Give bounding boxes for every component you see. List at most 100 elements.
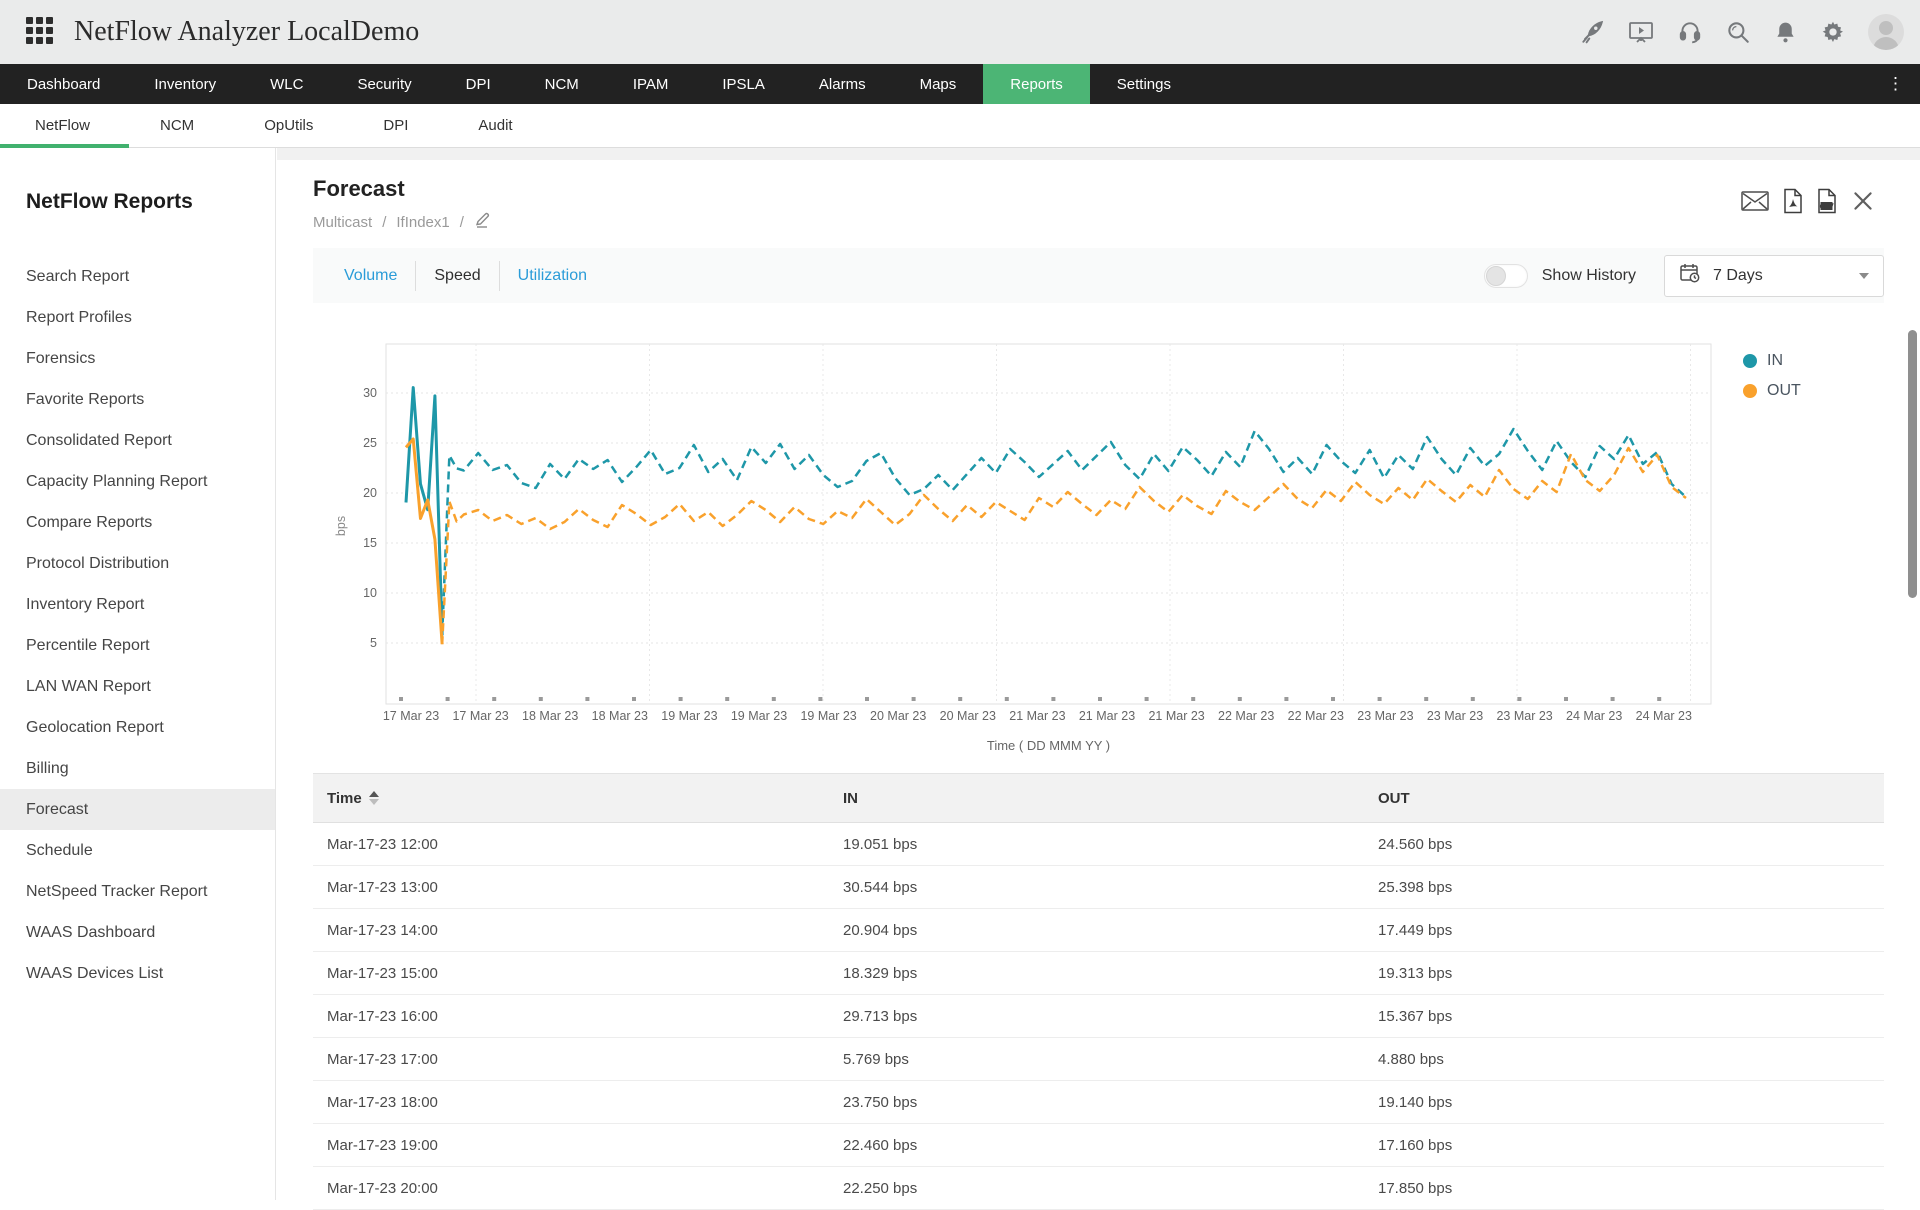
- forecast-chart-container: 5 10 15 20 25 30 17 Mar 23 17 Mar 23 18 Mar 23 18…: [331, 336, 1731, 771]
- nav-item-reports[interactable]: Reports: [983, 64, 1090, 104]
- svg-text:18 Mar 23: 18 Mar 23: [522, 709, 578, 723]
- email-report-icon[interactable]: [1740, 189, 1770, 218]
- show-history-toggle[interactable]: [1483, 263, 1528, 288]
- subnav-item-dpi[interactable]: DPI: [348, 104, 443, 147]
- subnav-item-oputils[interactable]: OpUtils: [229, 104, 348, 147]
- sidebar-item-lan-wan-report[interactable]: LAN WAN Report: [0, 666, 275, 707]
- support-headset-icon[interactable]: [1677, 19, 1703, 45]
- svg-text:CSV: CSV: [1820, 205, 1832, 211]
- settings-gear-icon[interactable]: [1820, 19, 1846, 45]
- svg-text:19 Mar 23: 19 Mar 23: [800, 709, 856, 723]
- breadcrumb-device: Multicast: [313, 213, 373, 231]
- svg-text:21 Mar 23: 21 Mar 23: [1079, 709, 1135, 723]
- sidebar-item-percentile-report[interactable]: Percentile Report: [0, 625, 275, 666]
- calendar-clock-icon: [1679, 262, 1701, 289]
- svg-text:21 Mar 23: 21 Mar 23: [1009, 709, 1065, 723]
- nav-item-security[interactable]: Security: [330, 64, 438, 104]
- page-title: Forecast: [313, 176, 405, 201]
- table-row: Mar-17-23 18:00 23.750 bps 19.140 bps: [313, 1081, 1884, 1124]
- table-row: Mar-17-23 14:00 20.904 bps 17.449 bps: [313, 909, 1884, 952]
- nav-item-dpi[interactable]: DPI: [439, 64, 518, 104]
- notifications-bell-icon[interactable]: [1773, 19, 1798, 45]
- report-content: Forecast Multicast / IfIndex1 / CSV Volu…: [277, 148, 1920, 1210]
- module-subnav: NetFlow NCM OpUtils DPI Audit: [0, 104, 1920, 148]
- svg-text:10: 10: [363, 586, 377, 600]
- table-row: Mar-17-23 16:00 29.713 bps 15.367 bps: [313, 995, 1884, 1038]
- export-pdf-icon[interactable]: [1782, 188, 1804, 219]
- sidebar-item-forecast[interactable]: Forecast: [0, 789, 275, 830]
- app-launcher-icon[interactable]: [26, 17, 56, 47]
- legend-dot-out: [1743, 384, 1757, 398]
- column-header-out[interactable]: OUT: [1378, 790, 1884, 807]
- metric-tabs: Volume Speed Utilization: [326, 260, 605, 291]
- subnav-item-ncm[interactable]: NCM: [125, 104, 229, 147]
- svg-text:22 Mar 23: 22 Mar 23: [1288, 709, 1344, 723]
- sidebar-item-billing[interactable]: Billing: [0, 748, 275, 789]
- sidebar-item-inventory-report[interactable]: Inventory Report: [0, 584, 275, 625]
- nav-item-dashboard[interactable]: Dashboard: [0, 64, 127, 104]
- legend-item-in[interactable]: IN: [1743, 352, 1801, 370]
- chevron-down-icon: [1859, 272, 1869, 279]
- nav-item-inventory[interactable]: Inventory: [127, 64, 243, 104]
- svg-text:Time ( DD MMM YY ): Time ( DD MMM YY ): [987, 738, 1110, 753]
- sidebar-item-report-profiles[interactable]: Report Profiles: [0, 297, 275, 338]
- sidebar-title: NetFlow Reports: [26, 190, 193, 213]
- search-icon[interactable]: [1725, 19, 1751, 45]
- sidebar-item-compare-reports[interactable]: Compare Reports: [0, 502, 275, 543]
- sidebar-item-favorite-reports[interactable]: Favorite Reports: [0, 379, 275, 420]
- table-row: Mar-17-23 17:00 5.769 bps 4.880 bps: [313, 1038, 1884, 1081]
- main-nav: Dashboard Inventory WLC Security DPI NCM IPAM I…: [0, 64, 1920, 104]
- sidebar-item-waas-devices-list[interactable]: WAAS Devices List: [0, 953, 275, 994]
- table-row: Mar-17-23 15:00 18.329 bps 19.313 bps: [313, 952, 1884, 995]
- subnav-item-netflow[interactable]: NetFlow: [0, 104, 130, 148]
- table-row: Mar-17-23 12:00 19.051 bps 24.560 bps: [313, 823, 1884, 866]
- show-history-label: Show History: [1541, 266, 1636, 284]
- sidebar-item-schedule[interactable]: Schedule: [0, 830, 275, 871]
- svg-text:19 Mar 23: 19 Mar 23: [731, 709, 787, 723]
- svg-text:24 Mar 23: 24 Mar 23: [1636, 709, 1692, 723]
- forecast-chart: 5 10 15 20 25 30 17 Mar 23 17 Mar 23 18 Mar 23 18…: [334, 343, 1712, 753]
- tab-speed[interactable]: Speed: [416, 267, 498, 285]
- subnav-item-audit[interactable]: Audit: [443, 104, 547, 147]
- tab-utilization[interactable]: Utilization: [500, 267, 605, 285]
- svg-text:5: 5: [370, 636, 377, 650]
- nav-item-ipam[interactable]: IPAM: [606, 64, 696, 104]
- svg-text:17 Mar 23: 17 Mar 23: [452, 709, 508, 723]
- nav-item-alarms[interactable]: Alarms: [792, 64, 893, 104]
- column-header-in[interactable]: IN: [843, 790, 1378, 807]
- tab-volume[interactable]: Volume: [326, 267, 415, 285]
- edit-pencil-icon[interactable]: [474, 211, 492, 233]
- nav-item-ipsla[interactable]: IPSLA: [695, 64, 792, 104]
- sort-arrows-icon[interactable]: [368, 791, 379, 805]
- svg-text:bps: bps: [334, 516, 348, 536]
- legend-item-out[interactable]: OUT: [1743, 382, 1801, 400]
- sidebar-item-geolocation-report[interactable]: Geolocation Report: [0, 707, 275, 748]
- nav-item-settings[interactable]: Settings: [1090, 64, 1198, 104]
- top-bar: NetFlow Analyzer LocalDemo: [0, 0, 1920, 64]
- period-dropdown[interactable]: 7 Days: [1664, 254, 1884, 297]
- column-header-time[interactable]: Time: [313, 790, 843, 807]
- svg-text:20 Mar 23: 20 Mar 23: [870, 709, 926, 723]
- nav-item-ncm[interactable]: NCM: [518, 64, 606, 104]
- sidebar-item-waas-dashboard[interactable]: WAAS Dashboard: [0, 912, 275, 953]
- close-icon[interactable]: [1850, 188, 1876, 219]
- forecast-table: Time IN OUT Mar-17-23 12:00 19.051 bps 24.…: [313, 773, 1884, 1210]
- vertical-scrollbar-thumb[interactable]: [1908, 330, 1917, 598]
- export-csv-icon[interactable]: CSV: [1816, 188, 1838, 219]
- getting-started-rocket-icon[interactable]: [1579, 19, 1605, 45]
- nav-item-maps[interactable]: Maps: [893, 64, 984, 104]
- sidebar-item-netspeed-tracker-report[interactable]: NetSpeed Tracker Report: [0, 871, 275, 912]
- sidebar-item-consolidated-report[interactable]: Consolidated Report: [0, 420, 275, 461]
- nav-overflow-menu-icon[interactable]: ⋮: [1871, 64, 1920, 104]
- sidebar-item-forensics[interactable]: Forensics: [0, 338, 275, 379]
- demo-video-icon[interactable]: [1627, 19, 1655, 45]
- legend-dot-in: [1743, 354, 1757, 368]
- app-title: NetFlow Analyzer LocalDemo: [74, 16, 420, 47]
- user-avatar[interactable]: [1868, 14, 1904, 50]
- sidebar-item-protocol-distribution[interactable]: Protocol Distribution: [0, 543, 275, 584]
- sidebar-item-capacity-planning-report[interactable]: Capacity Planning Report: [0, 461, 275, 502]
- export-actions: CSV: [1740, 188, 1876, 219]
- table-row: Mar-17-23 20:00 22.250 bps 17.850 bps: [313, 1167, 1884, 1210]
- nav-item-wlc[interactable]: WLC: [243, 64, 330, 104]
- sidebar-item-search-report[interactable]: Search Report: [0, 256, 275, 297]
